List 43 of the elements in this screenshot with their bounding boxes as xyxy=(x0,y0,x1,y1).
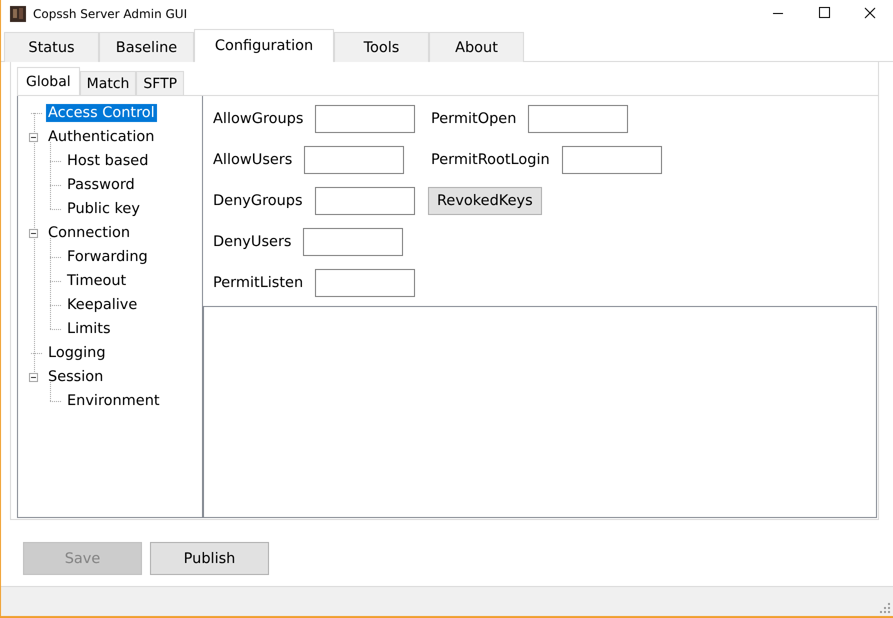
tree-item[interactable]: Session xyxy=(46,368,106,386)
tab[interactable]: Baseline xyxy=(99,32,194,62)
revoked-keys-button[interactable]: RevokedKeys xyxy=(428,187,542,215)
field-label: AllowUsers xyxy=(213,152,292,168)
tree-item[interactable]: Forwarding xyxy=(65,248,150,266)
input-field[interactable] xyxy=(304,146,404,174)
field-label: DenyUsers xyxy=(213,234,292,250)
input-field[interactable] xyxy=(314,187,415,215)
input-field[interactable] xyxy=(315,269,416,297)
input-field[interactable] xyxy=(303,228,404,256)
tree-item[interactable]: Logging xyxy=(46,344,108,362)
field-label: PermitListen xyxy=(213,275,304,291)
tree-item[interactable]: Keepalive xyxy=(65,296,140,314)
tree-item[interactable]: Environment xyxy=(65,392,162,410)
input-field[interactable] xyxy=(528,105,628,133)
tab[interactable]: Tools xyxy=(334,32,429,62)
field-label: DenyGroups xyxy=(213,193,303,209)
input-field[interactable] xyxy=(315,105,416,133)
tree-item[interactable]: Public key xyxy=(65,200,142,218)
tab[interactable]: Configuration xyxy=(194,29,334,62)
tree-item[interactable]: Limits xyxy=(65,320,112,338)
collapse-icon[interactable] xyxy=(29,228,38,238)
field-label: PermitRootLogin xyxy=(431,152,550,168)
collapse-icon[interactable] xyxy=(29,372,38,382)
field-label: PermitOpen xyxy=(431,111,516,127)
tree-item[interactable]: Host based xyxy=(65,152,150,170)
action-button[interactable]: Publish xyxy=(150,542,269,575)
collapse-icon[interactable] xyxy=(29,132,38,142)
field-label: AllowGroups xyxy=(213,111,304,127)
input-field[interactable] xyxy=(562,146,662,174)
tab[interactable]: Status xyxy=(4,32,99,62)
tab[interactable]: SFTP xyxy=(136,71,184,95)
resize-grip-icon[interactable] xyxy=(880,603,890,613)
app-icon xyxy=(10,6,26,22)
tab[interactable]: Match xyxy=(80,71,136,95)
tree-item[interactable]: Timeout xyxy=(65,272,128,290)
tree-item[interactable]: Authentication xyxy=(46,128,156,146)
window-title: Copssh Server Admin GUI xyxy=(33,7,188,21)
tree-item[interactable]: Connection xyxy=(46,224,132,242)
tree-item[interactable]: Access Control xyxy=(46,104,157,122)
tree-item[interactable]: Password xyxy=(65,176,137,194)
tab[interactable]: About xyxy=(429,32,524,62)
tab[interactable]: Global xyxy=(17,67,80,95)
